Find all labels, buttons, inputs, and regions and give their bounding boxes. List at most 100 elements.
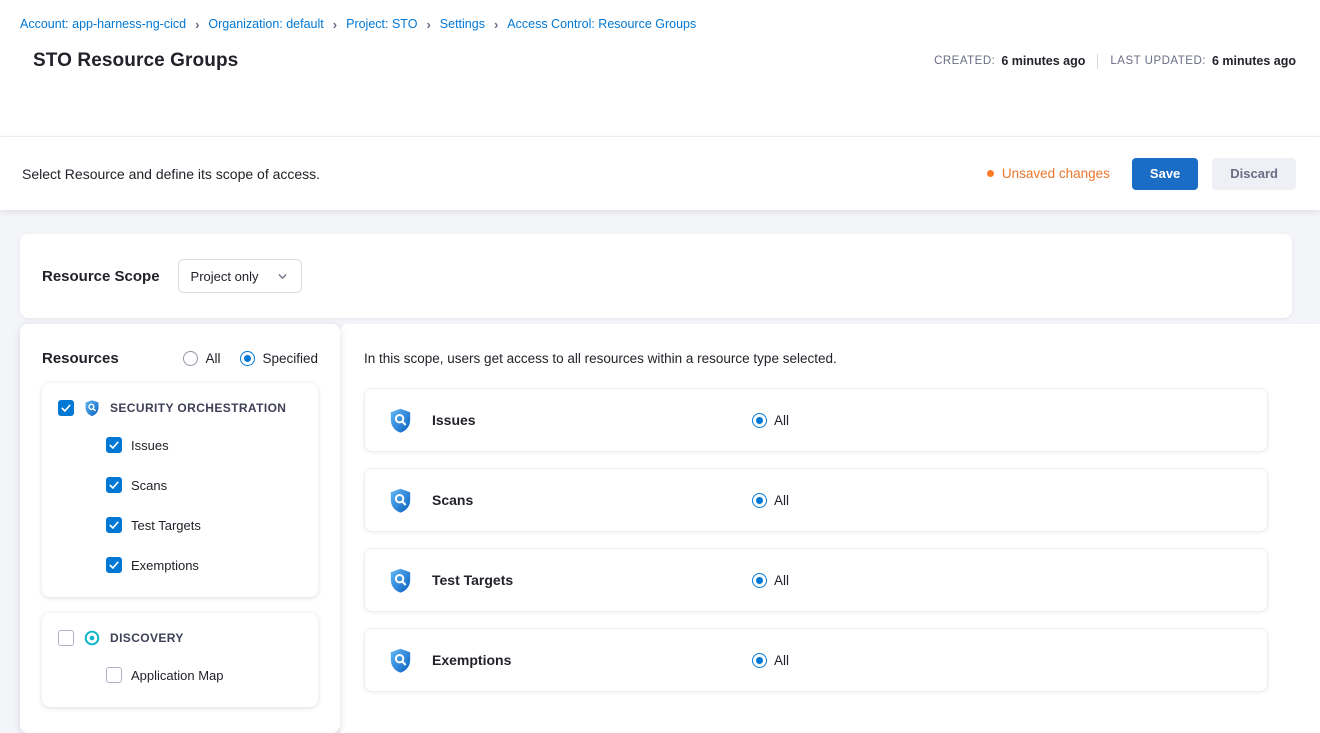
resource-item-test-targets[interactable]: Test Targets (106, 505, 302, 545)
resources-filter-specified[interactable]: Specified (240, 351, 318, 366)
group-name: SECURITY ORCHESTRATION (110, 401, 286, 415)
discovery-checkbox[interactable] (58, 630, 74, 646)
row-label-exemptions: Exemptions (432, 652, 752, 668)
check-icon (108, 559, 120, 571)
resource-item-label: Test Targets (131, 518, 201, 533)
check-icon (60, 402, 72, 414)
meta-divider (1097, 54, 1098, 69)
resource-item-label: Application Map (131, 668, 224, 683)
radio-selected-icon (752, 413, 767, 428)
toolbar-actions: Unsaved changes Save Discard (987, 158, 1296, 190)
main-content: Resource Scope Project only Resources Al… (0, 210, 1320, 733)
sto-shield-icon (83, 399, 101, 417)
resource-row-issues: Issues All (364, 388, 1268, 452)
scope-detail-panel: In this scope, users get access to all r… (340, 324, 1320, 733)
created-label: CREATED: (934, 55, 995, 67)
security-orchestration-checkbox[interactable] (58, 400, 74, 416)
toolbar-description: Select Resource and define its scope of … (22, 166, 320, 182)
resources-filter-all[interactable]: All (183, 351, 220, 366)
access-all-label: All (774, 413, 789, 428)
radio-selected-icon (240, 351, 255, 366)
radio-selected-icon (752, 653, 767, 668)
page-header: Account: app-harness-ng-cicd Organizatio… (0, 0, 1320, 137)
test-targets-access-all-radio[interactable]: All (752, 573, 789, 588)
last-updated-label: LAST UPDATED: (1110, 55, 1206, 67)
resource-scope-card: Resource Scope Project only (20, 234, 1292, 318)
resources-filter-all-label: All (205, 351, 220, 366)
chevron-right-icon (426, 18, 430, 31)
radio-selected-icon (752, 493, 767, 508)
save-button[interactable]: Save (1132, 158, 1198, 190)
radio-selected-icon (752, 573, 767, 588)
test-targets-checkbox[interactable] (106, 517, 122, 533)
resources-filter-radio-group: All Specified (183, 351, 318, 366)
group-items: Issues Scans Test Targets (106, 425, 302, 585)
issues-access-all-radio[interactable]: All (752, 413, 789, 428)
sto-shield-icon (387, 567, 414, 594)
sto-shield-icon (387, 647, 414, 674)
resource-group-discovery: DISCOVERY Application Map (42, 613, 318, 707)
resource-item-exemptions[interactable]: Exemptions (106, 545, 302, 585)
breadcrumb-item-organization[interactable]: Organization: default (208, 17, 323, 31)
unsaved-changes-indicator: Unsaved changes (987, 166, 1110, 181)
discovery-target-icon (83, 629, 101, 647)
breadcrumb-item-settings[interactable]: Settings (440, 17, 485, 31)
row-label-test-targets: Test Targets (432, 572, 752, 588)
resources-panel: Resources All Specified (20, 324, 340, 733)
app-root: Account: app-harness-ng-cicd Organizatio… (0, 0, 1320, 733)
resources-header: Resources All Specified (42, 350, 318, 367)
sto-shield-icon (387, 407, 414, 434)
chevron-down-icon (276, 270, 289, 283)
scope-description: In this scope, users get access to all r… (364, 351, 1268, 366)
scans-checkbox[interactable] (106, 477, 122, 493)
breadcrumb-item-project[interactable]: Project: STO (346, 17, 417, 31)
discard-button[interactable]: Discard (1212, 158, 1296, 190)
resource-scope-selected-value: Project only (191, 269, 259, 284)
row-label-scans: Scans (432, 492, 752, 508)
resource-row-scans: Scans All (364, 468, 1268, 532)
unsaved-changes-label: Unsaved changes (1002, 166, 1110, 181)
group-header: SECURITY ORCHESTRATION (58, 399, 302, 417)
radio-unselected-icon (183, 351, 198, 366)
group-name: DISCOVERY (110, 631, 184, 645)
chevron-right-icon (195, 18, 199, 31)
group-items: Application Map (106, 655, 302, 695)
resource-group-security-orchestration: SECURITY ORCHESTRATION Issues (42, 383, 318, 597)
group-header: DISCOVERY (58, 629, 302, 647)
chevron-right-icon (333, 18, 337, 31)
resource-item-issues[interactable]: Issues (106, 425, 302, 465)
resource-scope-select[interactable]: Project only (178, 259, 303, 293)
resource-item-label: Exemptions (131, 558, 199, 573)
chevron-right-icon (494, 18, 498, 31)
breadcrumb-item-resource-groups[interactable]: Access Control: Resource Groups (507, 17, 696, 31)
check-icon (108, 439, 120, 451)
resource-item-scans[interactable]: Scans (106, 465, 302, 505)
access-all-label: All (774, 493, 789, 508)
exemptions-access-all-radio[interactable]: All (752, 653, 789, 668)
breadcrumb: Account: app-harness-ng-cicd Organizatio… (20, 17, 1296, 31)
panels: Resources All Specified (20, 324, 1320, 733)
header-meta: CREATED: 6 minutes ago LAST UPDATED: 6 m… (934, 54, 1296, 69)
resource-scope-label: Resource Scope (42, 268, 160, 285)
page-title: STO Resource Groups (33, 50, 238, 72)
resources-filter-specified-label: Specified (262, 351, 318, 366)
last-updated-value: 6 minutes ago (1212, 54, 1296, 68)
toolbar: Select Resource and define its scope of … (0, 137, 1320, 210)
created-value: 6 minutes ago (1001, 54, 1085, 68)
check-icon (108, 519, 120, 531)
unsaved-dot-icon (987, 170, 994, 177)
check-icon (108, 479, 120, 491)
access-all-label: All (774, 653, 789, 668)
resource-item-application-map[interactable]: Application Map (106, 655, 302, 695)
scans-access-all-radio[interactable]: All (752, 493, 789, 508)
sto-shield-icon (387, 487, 414, 514)
resource-row-test-targets: Test Targets All (364, 548, 1268, 612)
title-row: STO Resource Groups CREATED: 6 minutes a… (20, 50, 1296, 72)
breadcrumb-item-account[interactable]: Account: app-harness-ng-cicd (20, 17, 186, 31)
resource-row-exemptions: Exemptions All (364, 628, 1268, 692)
application-map-checkbox[interactable] (106, 667, 122, 683)
access-all-label: All (774, 573, 789, 588)
row-label-issues: Issues (432, 412, 752, 428)
issues-checkbox[interactable] (106, 437, 122, 453)
exemptions-checkbox[interactable] (106, 557, 122, 573)
